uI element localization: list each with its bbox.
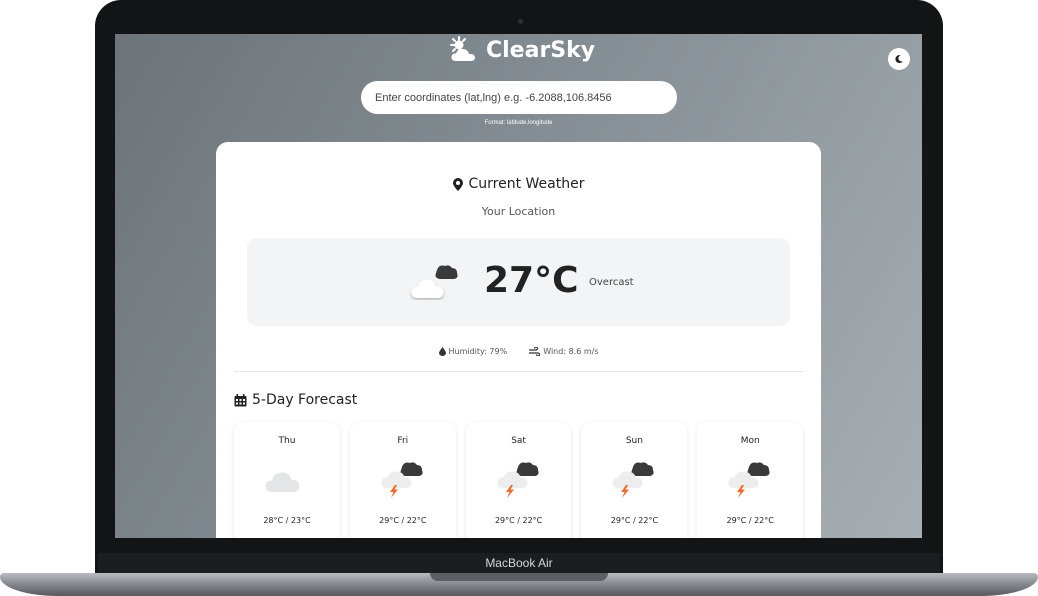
theme-toggle-button[interactable] [888, 48, 910, 70]
forecast-list: Thu 28°C / 23°C Fri 29°C / 22°C Sat 29°C… [234, 422, 803, 538]
forecast-day-label: Mon [740, 436, 760, 446]
current-weather-title: Current Weather [468, 176, 585, 192]
app-screen: ClearSky Format: latitude,longitude Curr… [115, 34, 922, 538]
map-marker-icon [452, 177, 463, 191]
humidity-value: Humidity: 79% [448, 347, 508, 356]
app-logo: ClearSky [448, 36, 595, 64]
cloud-icon [265, 472, 300, 492]
thunderstorm-icon [381, 462, 423, 498]
current-conditions-panel: 27°C Overcast [247, 238, 790, 326]
forecast-heading: 5-Day Forecast [234, 392, 357, 408]
forecast-temp-range: 29°C / 22°C [494, 516, 543, 525]
thunderstorm-icon [728, 462, 770, 498]
forecast-day-label: Sat [511, 436, 526, 446]
forecast-temp-range: 29°C / 22°C [726, 516, 774, 525]
forecast-day-card: Mon 29°C / 22°C [697, 422, 803, 538]
sun-cloud-icon [448, 36, 478, 64]
wind-icon [529, 347, 541, 356]
calendar-icon [234, 393, 247, 406]
weather-card: Current Weather Your Location 27°C Overc… [216, 142, 821, 538]
forecast-temp-range: 28°C / 23°C [263, 516, 311, 525]
forecast-day-card: Sat 29°C / 22°C [465, 422, 572, 538]
forecast-day-card: Thu 28°C / 23°C [234, 422, 340, 538]
section-divider [234, 371, 803, 372]
droplet-icon [438, 347, 446, 356]
current-stats: Humidity: 79% Wind: 8.6 m/s [216, 347, 821, 356]
moon-icon [895, 55, 903, 64]
current-weather-heading: Current Weather [216, 176, 821, 192]
laptop-notch [430, 573, 608, 581]
location-label: Your Location [481, 205, 556, 218]
app-title: ClearSky [486, 37, 596, 63]
thunderstorm-icon [612, 462, 654, 498]
forecast-temp-range: 29°C / 22°C [610, 516, 659, 525]
search-format-hint: Format: latitude,longitude [484, 120, 553, 126]
app-header: ClearSky [115, 34, 922, 72]
forecast-day-label: Sun [625, 436, 643, 446]
camera-icon [518, 19, 523, 24]
humidity-stat: Humidity: 79% [438, 347, 508, 356]
forecast-title: 5-Day Forecast [252, 392, 358, 408]
forecast-day-label: Fri [397, 436, 409, 446]
current-temperature: 27°C [484, 260, 579, 301]
coordinates-search-input[interactable] [361, 81, 677, 114]
forecast-temp-range: 29°C / 22°C [379, 516, 427, 525]
forecast-day-card: Fri 29°C / 22°C [349, 422, 456, 538]
current-condition: Overcast [589, 277, 634, 288]
forecast-day-label: Thu [278, 436, 296, 446]
thunderstorm-icon [497, 462, 539, 498]
overcast-cloud-icon [411, 265, 458, 298]
wind-stat: Wind: 8.6 m/s [529, 347, 598, 356]
wind-value: Wind: 8.6 m/s [543, 347, 599, 356]
forecast-day-card: Sun 29°C / 22°C [581, 422, 688, 538]
device-label: MacBook Air [485, 556, 553, 570]
